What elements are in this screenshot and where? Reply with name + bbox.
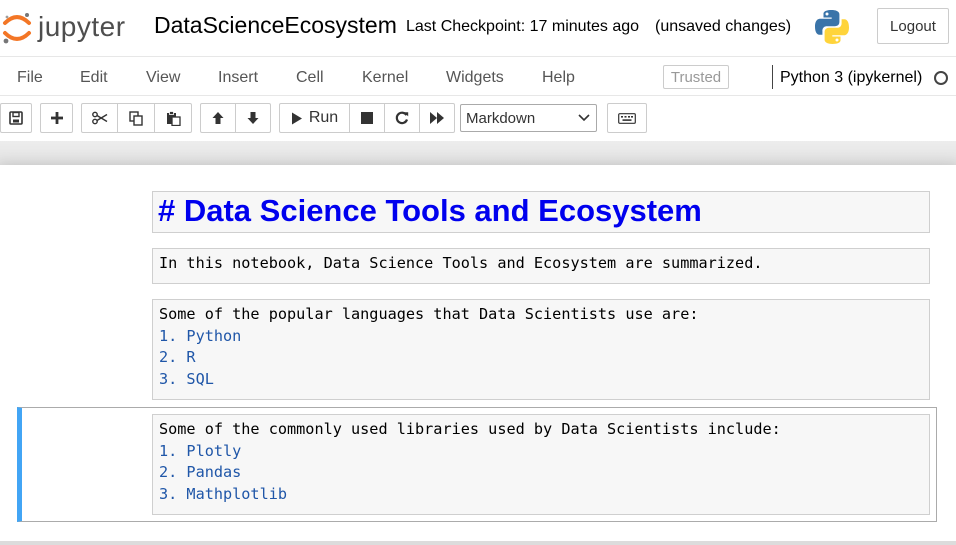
- kernel-idle-icon: [934, 71, 948, 85]
- autosave-status: (unsaved changes): [655, 18, 792, 35]
- restart-icon: [395, 111, 409, 125]
- horizontal-scrollbar[interactable]: [0, 541, 956, 545]
- restart-run-all-button[interactable]: [419, 103, 455, 133]
- copy-icon: [128, 110, 143, 126]
- trusted-indicator[interactable]: Trusted: [663, 65, 729, 89]
- menu-view[interactable]: View: [146, 69, 180, 87]
- chevron-down-icon: [578, 114, 590, 122]
- arrow-up-icon: [212, 112, 224, 124]
- save-button[interactable]: [0, 103, 32, 133]
- plus-icon: [50, 112, 63, 124]
- cut-button[interactable]: [81, 103, 118, 133]
- list-item: 3. SQL: [159, 369, 214, 388]
- command-palette-button[interactable]: [607, 103, 647, 133]
- restart-button[interactable]: [384, 103, 420, 133]
- list-item: 1. Plotly: [159, 441, 242, 460]
- paste-icon: [166, 110, 181, 126]
- menu-edit[interactable]: Edit: [80, 69, 108, 87]
- menu-help[interactable]: Help: [542, 69, 575, 87]
- run-label: Run: [308, 109, 339, 126]
- kernel-separator: [772, 65, 773, 89]
- move-up-button[interactable]: [200, 103, 236, 133]
- jupyter-logo[interactable]: jupyter: [2, 10, 142, 46]
- jupyter-logo-text: jupyter: [38, 11, 126, 42]
- header: jupyter DataScienceEcosystem Last Checkp…: [0, 0, 956, 56]
- run-icon: [291, 112, 302, 124]
- libraries-intro-text: Some of the commonly used libraries used…: [159, 420, 781, 438]
- languages-intro-text: Some of the popular languages that Data …: [159, 305, 699, 323]
- logout-button[interactable]: Logout: [877, 8, 949, 44]
- markdown-cell-intro[interactable]: In this notebook, Data Science Tools and…: [152, 248, 930, 284]
- insert-cell-button[interactable]: [40, 103, 73, 133]
- cell-type-value: Markdown: [466, 109, 536, 127]
- move-down-button[interactable]: [235, 103, 271, 133]
- menu-insert[interactable]: Insert: [218, 69, 258, 87]
- notebook-title[interactable]: DataScienceEcosystem: [154, 12, 399, 39]
- kernel-name[interactable]: Python 3 (ipykernel): [780, 69, 922, 87]
- list-item: 2. Pandas: [159, 463, 242, 481]
- stop-icon: [361, 112, 373, 124]
- python-logo-icon: [815, 10, 849, 44]
- arrow-down-icon: [247, 112, 259, 124]
- cell-type-select[interactable]: Markdown: [460, 104, 597, 132]
- intro-text: In this notebook, Data Science Tools and…: [159, 254, 763, 272]
- menu-cell[interactable]: Cell: [296, 69, 324, 87]
- save-icon: [9, 111, 23, 125]
- markdown-cell-heading[interactable]: # Data Science Tools and Ecosystem: [152, 191, 930, 233]
- keyboard-icon: [618, 112, 636, 124]
- markdown-cell-libraries[interactable]: Some of the commonly used libraries used…: [152, 414, 930, 515]
- menu-kernel[interactable]: Kernel: [362, 69, 408, 87]
- list-item: 2. R: [159, 348, 196, 366]
- menu-widgets[interactable]: Widgets: [446, 69, 504, 87]
- paste-button[interactable]: [154, 103, 192, 133]
- markdown-cell-languages[interactable]: Some of the popular languages that Data …: [152, 299, 930, 400]
- jupyter-logo-icon: [3, 13, 31, 44]
- heading-text: # Data Science Tools and Ecosystem: [158, 193, 702, 228]
- toolbar: Run Markdown: [0, 96, 956, 141]
- copy-button[interactable]: [117, 103, 155, 133]
- menubar: File Edit View Insert Cell Kernel Widget…: [0, 56, 956, 96]
- list-item: 3. Mathplotlib: [159, 484, 288, 503]
- scissors-icon: [91, 111, 107, 125]
- list-item: 1. Python: [159, 326, 242, 345]
- checkpoint-status: Last Checkpoint: 17 minutes ago: [406, 18, 640, 35]
- menu-file[interactable]: File: [17, 69, 43, 87]
- fast-forward-icon: [430, 112, 444, 124]
- interrupt-button[interactable]: [349, 103, 385, 133]
- notebook-container: # Data Science Tools and Ecosystem In th…: [0, 165, 956, 543]
- run-button[interactable]: Run: [279, 103, 350, 133]
- notebook-top-spacer: [0, 141, 956, 165]
